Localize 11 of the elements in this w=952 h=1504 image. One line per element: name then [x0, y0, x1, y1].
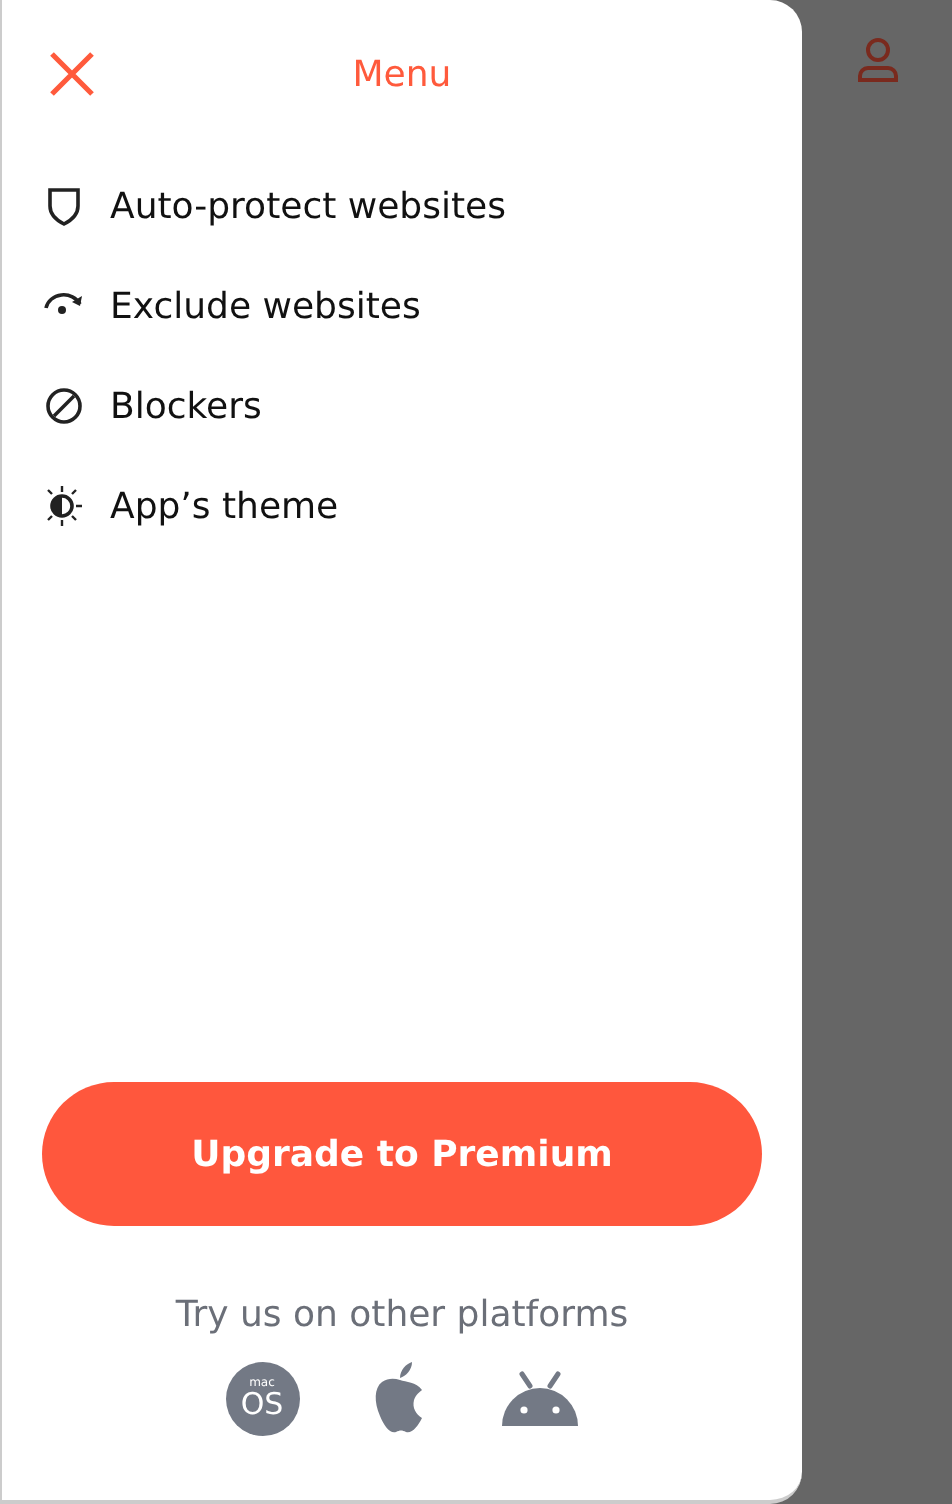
menu-item[interactable]: App’s theme [42, 456, 762, 556]
platforms-caption: Try us on other platforms [175, 1294, 629, 1336]
shield-icon [42, 184, 86, 228]
contrast-icon [42, 484, 86, 528]
menu-item[interactable]: Exclude websites [42, 256, 762, 356]
menu-item[interactable]: Auto-protect websites [42, 156, 762, 256]
menu-item[interactable]: Blockers [42, 356, 762, 456]
block-icon [42, 384, 86, 428]
menu-title: Menu [352, 53, 452, 95]
android-icon[interactable] [499, 1370, 579, 1426]
close-button[interactable] [48, 50, 96, 98]
